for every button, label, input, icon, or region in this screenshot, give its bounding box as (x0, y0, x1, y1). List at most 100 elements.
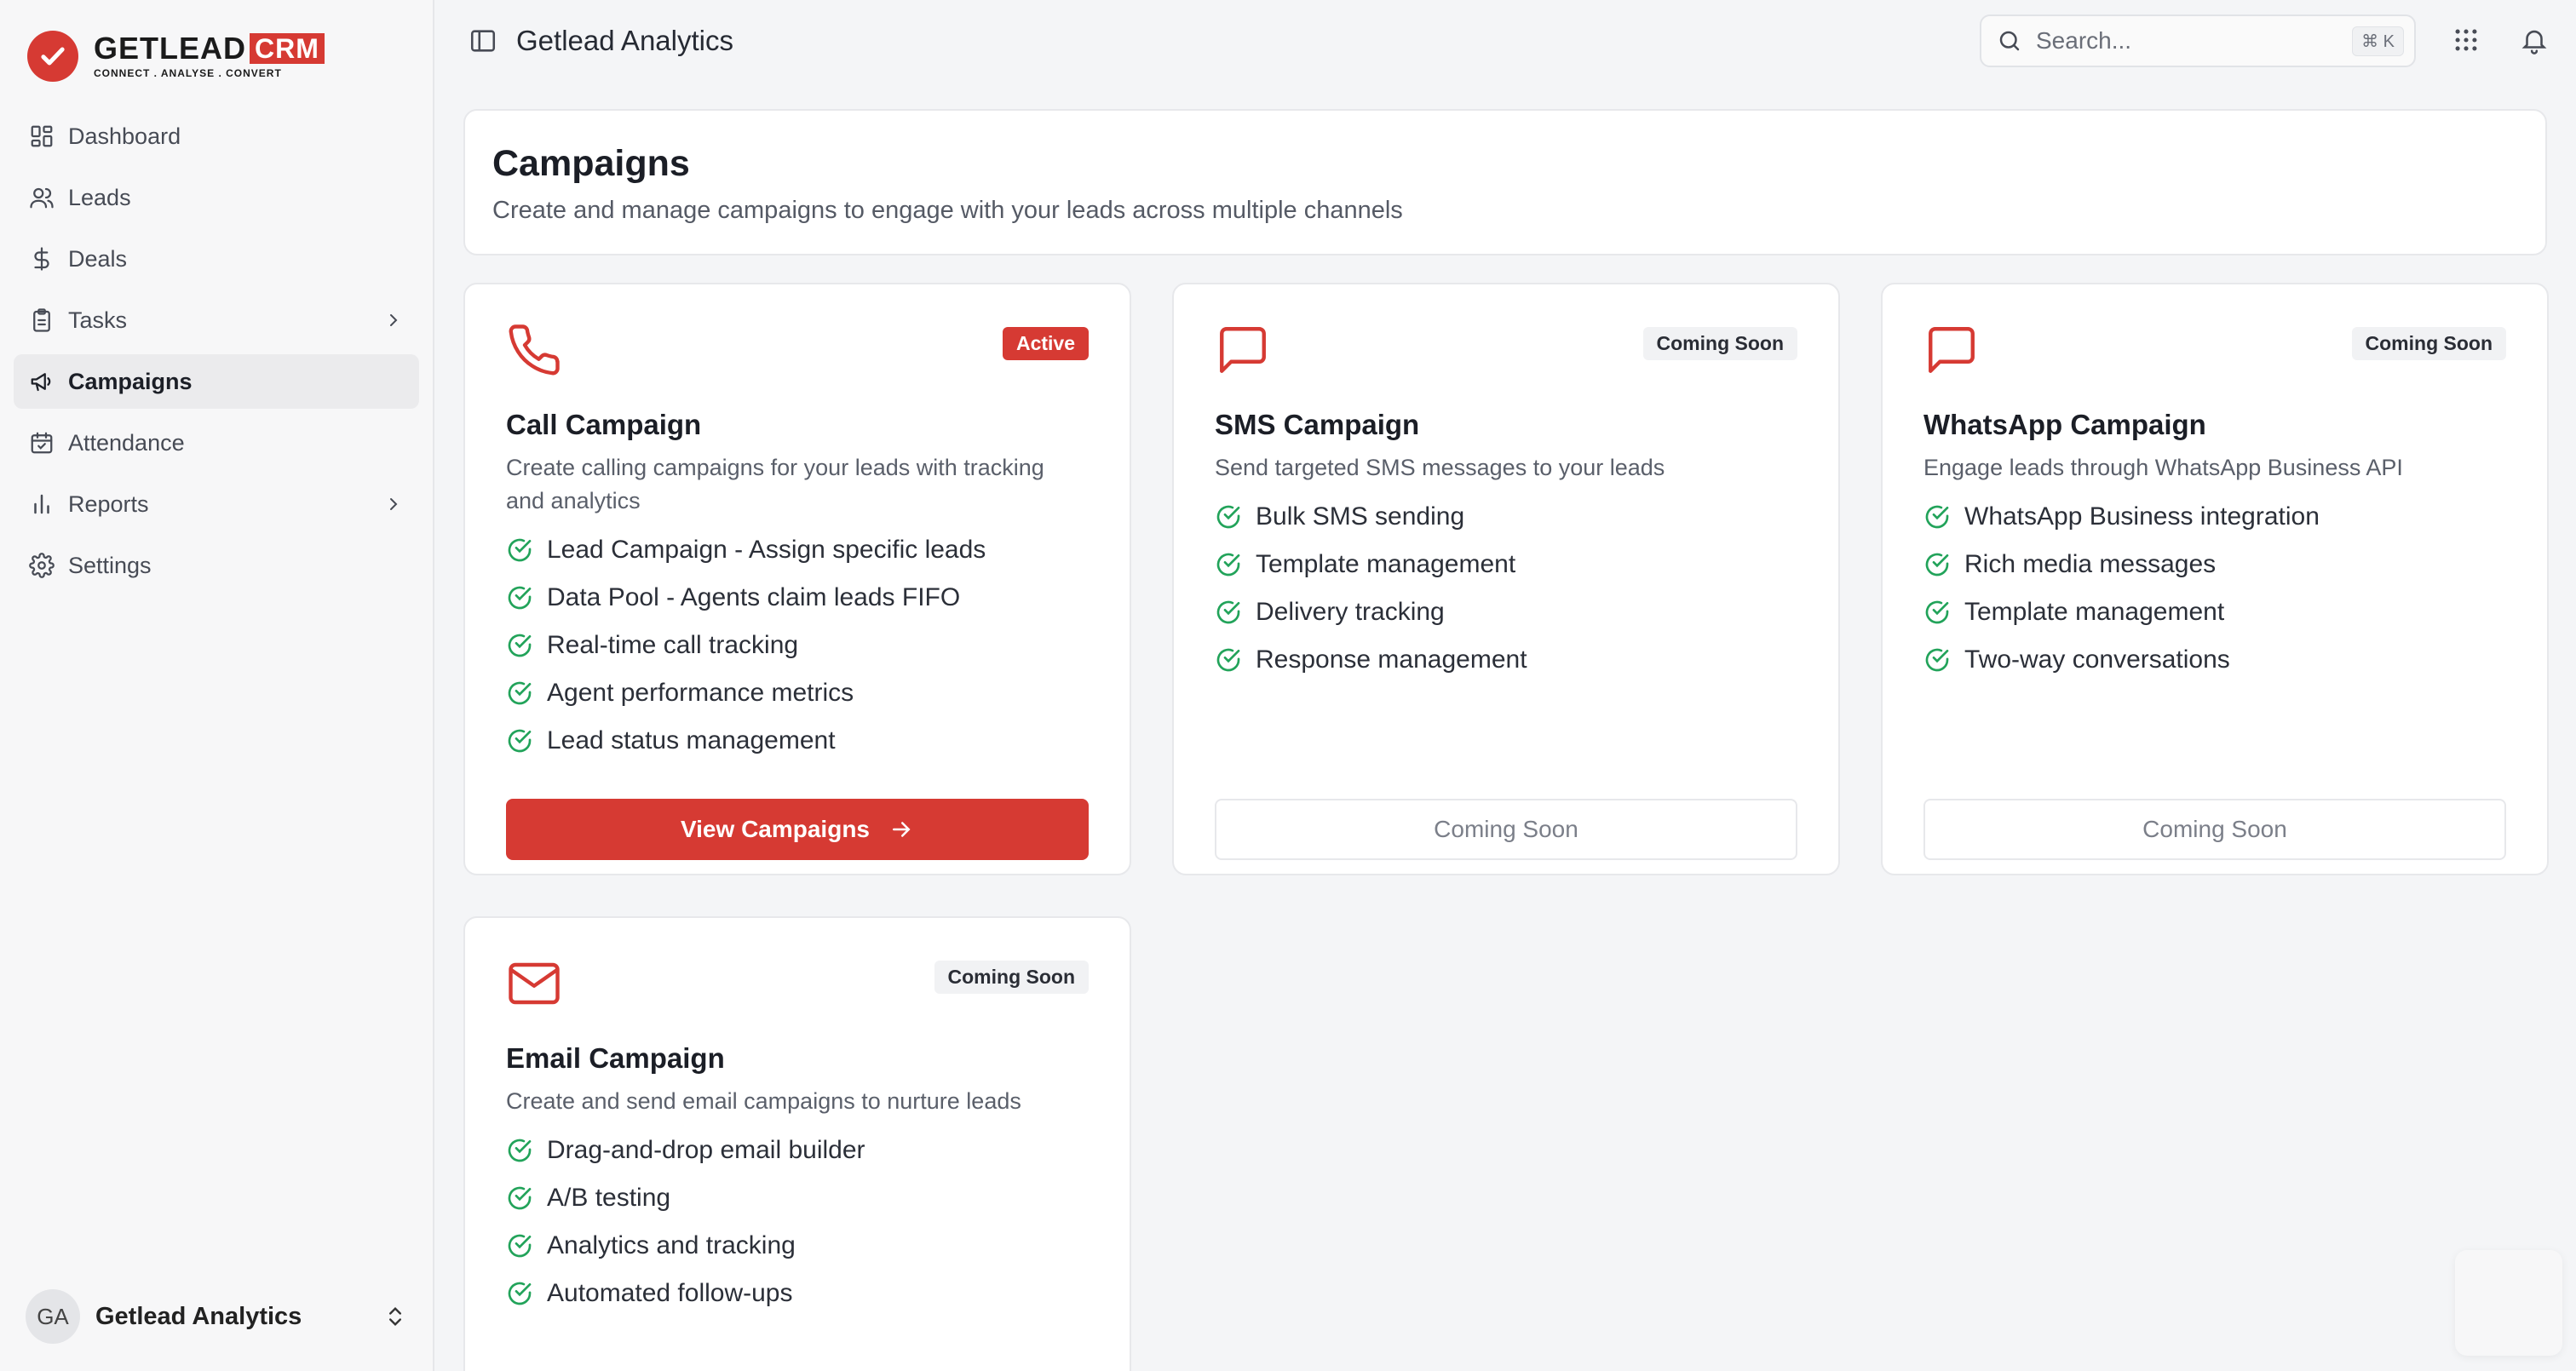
check-circle-icon (1215, 503, 1242, 531)
coming-soon-button[interactable]: Coming Soon (1923, 799, 2506, 860)
sidebar-item-attendance[interactable]: Attendance (14, 416, 419, 470)
chevrons-up-down-icon (383, 1305, 407, 1328)
sidebar-item-label: Leads (68, 184, 131, 210)
main-content: Getlead Analytics ⌘ K Campaigns Create a… (434, 0, 2576, 1371)
message-icon (1923, 322, 1980, 378)
status-badge: Active (1002, 327, 1089, 360)
sidebar-item-label: Reports (68, 490, 149, 517)
check-circle-icon (506, 680, 533, 707)
floating-widget[interactable] (2455, 1250, 2562, 1356)
megaphone-icon (29, 369, 55, 394)
logo-tagline: CONNECT . ANALYSE . CONVERT (94, 67, 282, 79)
sidebar-item-label: Deals (68, 245, 128, 272)
feature-list: Drag-and-drop email builder A/B testing … (506, 1127, 1089, 1317)
sidebar-item-label: Tasks (68, 307, 128, 333)
feature-item: WhatsApp Business integration (1923, 493, 2506, 541)
section-subtitle: Create and manage campaigns to engage wi… (492, 197, 1403, 224)
logo-word: GETLEAD (94, 31, 247, 66)
logo-crm: CRM (250, 33, 325, 64)
feature-item: Bulk SMS sending (1215, 493, 1797, 541)
sidebar-item-label: Campaigns (68, 368, 193, 394)
logo-check-icon (27, 31, 78, 82)
calendar-check-icon (29, 430, 55, 456)
check-circle-icon (1923, 599, 1951, 626)
card-title: Email Campaign (506, 1042, 725, 1074)
status-badge: Coming Soon (2351, 327, 2506, 360)
search-icon (1997, 28, 2022, 54)
search-box[interactable]: ⌘ K (1980, 14, 2416, 67)
logo-text: GETLEAD CRM CONNECT . ANALYSE . CONVERT (94, 33, 325, 79)
sms-campaign-card: Coming Soon SMS Campaign Send targeted S… (1172, 283, 1840, 875)
arrow-right-icon (888, 817, 914, 842)
campaigns-header: Campaigns Create and manage campaigns to… (463, 109, 2547, 255)
feature-item: Response management (1215, 636, 1797, 684)
feature-item: Rich media messages (1923, 541, 2506, 588)
check-circle-icon (1215, 599, 1242, 626)
dollar-icon (29, 246, 55, 272)
sidebar-item-deals[interactable]: Deals (14, 232, 419, 286)
sidebar-item-campaigns[interactable]: Campaigns (14, 354, 419, 409)
email-campaign-card: Coming Soon Email Campaign Create and se… (463, 916, 1131, 1371)
brand-logo[interactable]: GETLEAD CRM CONNECT . ANALYSE . CONVERT (0, 0, 433, 85)
sidebar-item-settings[interactable]: Settings (14, 538, 419, 593)
check-circle-icon (506, 727, 533, 754)
sidebar: GETLEAD CRM CONNECT . ANALYSE . CONVERT … (0, 0, 434, 1371)
sidebar-nav: Dashboard Leads Deals Tasks Campaigns At… (0, 109, 433, 593)
app-root: GETLEAD CRM CONNECT . ANALYSE . CONVERT … (0, 0, 2576, 1371)
check-circle-icon (506, 536, 533, 564)
clipboard-icon (29, 307, 55, 333)
check-circle-icon (1923, 503, 1951, 531)
gear-icon (29, 553, 55, 578)
sidebar-item-label: Dashboard (68, 123, 181, 149)
check-circle-icon (506, 1185, 533, 1212)
apps-grid-icon[interactable] (2452, 26, 2482, 56)
sidebar-toggle-icon[interactable] (469, 26, 497, 55)
card-description: Create and send email campaigns to nurtu… (506, 1088, 1021, 1114)
message-icon (1215, 322, 1271, 378)
card-description: Engage leads through WhatsApp Business A… (1923, 455, 2403, 480)
feature-item: Two-way conversations (1923, 636, 2506, 684)
card-title: WhatsApp Campaign (1923, 409, 2206, 440)
feature-item: Lead status management (506, 717, 1089, 765)
sidebar-item-reports[interactable]: Reports (14, 477, 419, 531)
chevron-right-icon[interactable] (383, 310, 404, 330)
status-badge: Coming Soon (934, 961, 1089, 994)
feature-list: WhatsApp Business integration Rich media… (1923, 493, 2506, 684)
card-title: Call Campaign (506, 409, 702, 440)
org-switcher[interactable]: GA Getlead Analytics (26, 1288, 407, 1345)
avatar: GA (26, 1289, 80, 1344)
check-circle-icon (1923, 551, 1951, 578)
coming-soon-button[interactable]: Coming Soon (1215, 799, 1797, 860)
sidebar-item-label: Settings (68, 552, 152, 578)
org-name: Getlead Analytics (95, 1302, 302, 1330)
feature-item: Real-time call tracking (506, 622, 1089, 669)
bell-icon[interactable] (2520, 26, 2550, 56)
check-circle-icon (1923, 646, 1951, 674)
feature-item: Template management (1923, 588, 2506, 636)
feature-item: A/B testing (506, 1174, 1089, 1222)
sidebar-item-dashboard[interactable]: Dashboard (14, 109, 419, 163)
view-campaigns-button[interactable]: View Campaigns (506, 799, 1089, 860)
feature-item: Template management (1215, 541, 1797, 588)
check-circle-icon (506, 1280, 533, 1307)
chevron-right-icon[interactable] (383, 494, 404, 514)
sidebar-item-leads[interactable]: Leads (14, 170, 419, 225)
feature-item: Data Pool - Agents claim leads FIFO (506, 574, 1089, 622)
sidebar-item-tasks[interactable]: Tasks (14, 293, 419, 347)
section-title: Campaigns (492, 143, 690, 184)
check-circle-icon (506, 584, 533, 611)
feature-item: Agent performance metrics (506, 669, 1089, 717)
check-circle-icon (506, 632, 533, 659)
feature-item: Delivery tracking (1215, 588, 1797, 636)
feature-list: Lead Campaign - Assign specific leads Da… (506, 526, 1089, 765)
check-circle-icon (506, 1232, 533, 1259)
card-title: SMS Campaign (1215, 409, 1420, 440)
call-campaign-card: Active Call Campaign Create calling camp… (463, 283, 1131, 875)
page-title: Getlead Analytics (516, 25, 733, 56)
mail-icon (506, 955, 562, 1012)
whatsapp-campaign-card: Coming Soon WhatsApp Campaign Engage lea… (1881, 283, 2549, 875)
search-input[interactable] (2036, 27, 2353, 54)
feature-list: Bulk SMS sending Template management Del… (1215, 493, 1797, 684)
check-circle-icon (506, 1137, 533, 1164)
feature-item: Automated follow-ups (506, 1270, 1089, 1317)
